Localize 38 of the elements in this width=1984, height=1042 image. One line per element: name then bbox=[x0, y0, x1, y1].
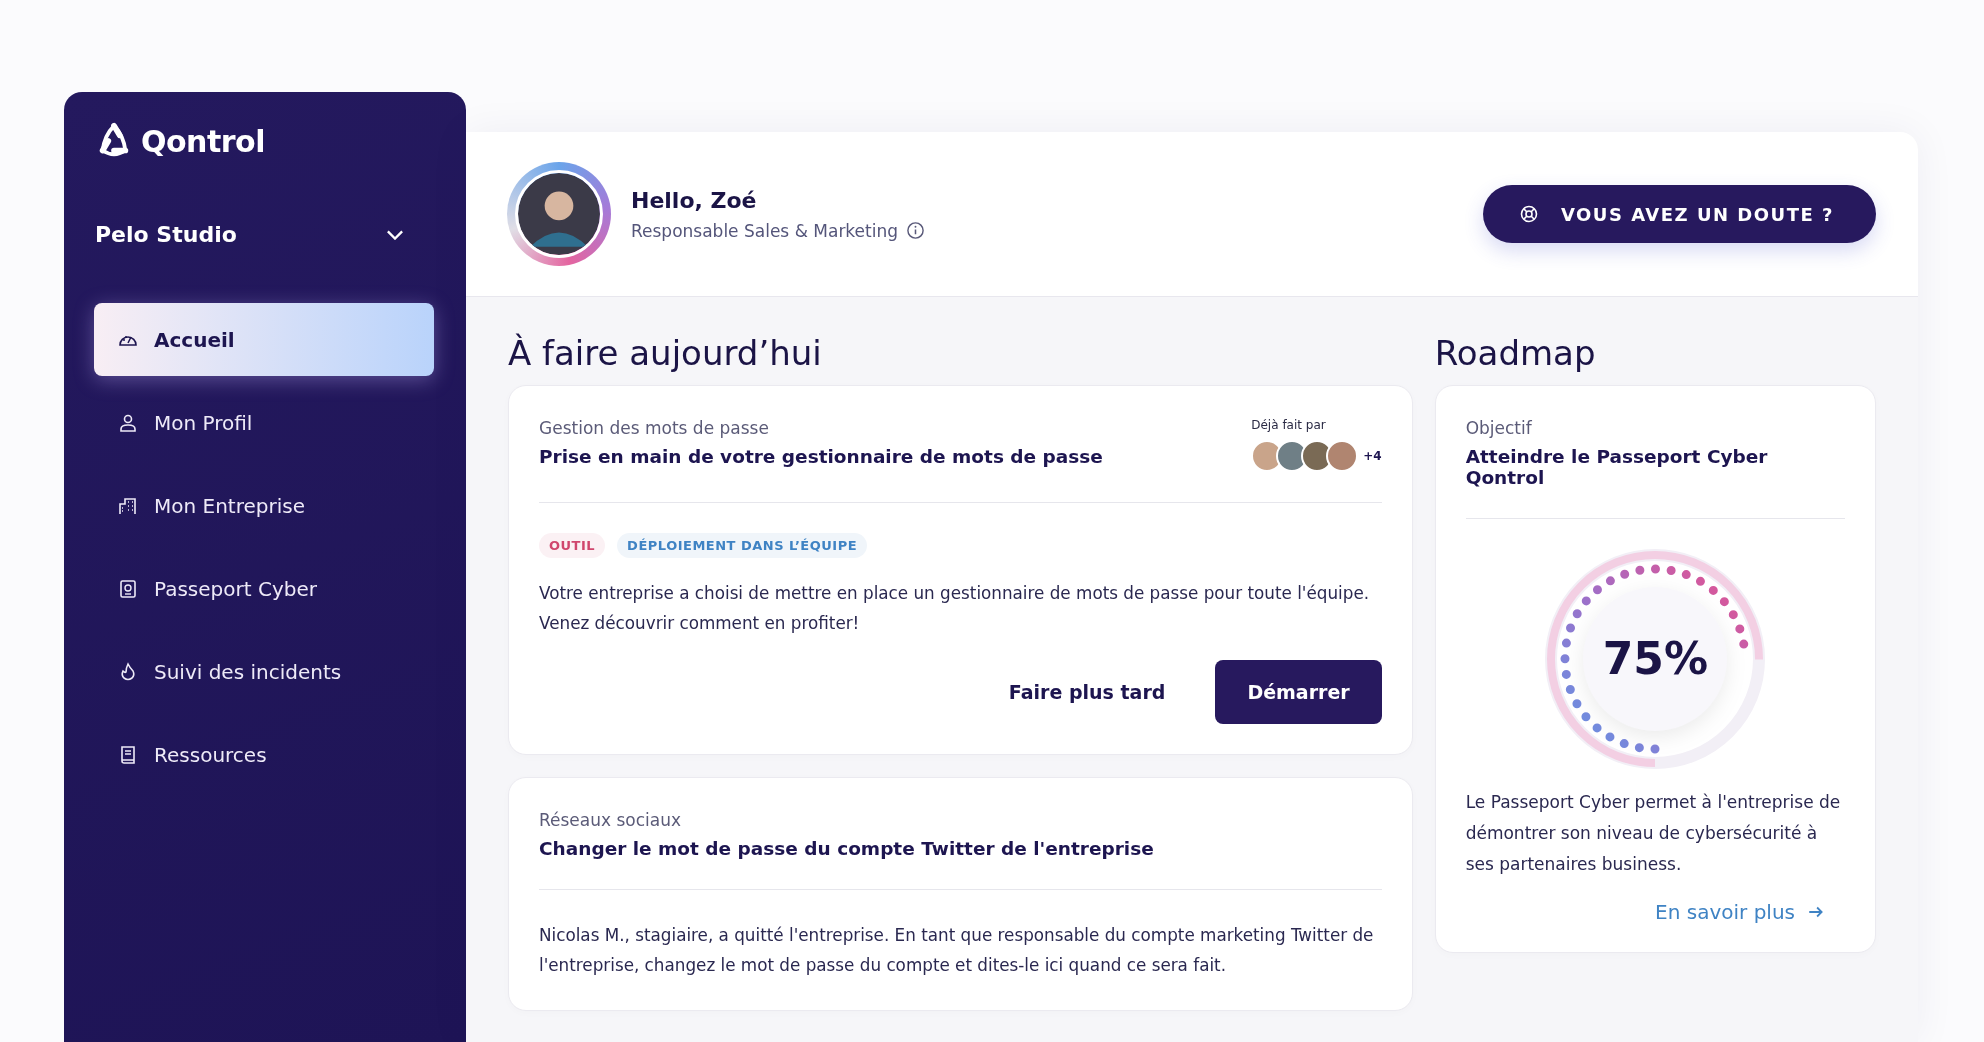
lifebuoy-icon bbox=[1518, 204, 1539, 224]
organization-dropdown[interactable]: Pelo Studio bbox=[94, 222, 436, 247]
nav-item[interactable]: Passeport Cyber bbox=[94, 552, 434, 625]
nav-item[interactable]: Mon Profil bbox=[94, 386, 434, 459]
nav-item[interactable]: Ressources bbox=[94, 718, 434, 791]
done-by-label: Déjà fait par bbox=[1251, 418, 1327, 432]
task-description: Nicolas M., stagiaire, a quitté l'entreprise. En tant que responsable du compte marketing Twitter de l'entreprise, changez le mot de passe du compte et dites-le ici quand ce sera fait. bbox=[539, 924, 1375, 977]
later-button[interactable]: Faire plus tard bbox=[1002, 660, 1172, 724]
task-title: Changer le mot de passe du compte Twitter de l'entreprise bbox=[539, 838, 1154, 859]
goal-title: Atteindre le Passeport Cyber Qontrol bbox=[1465, 446, 1769, 488]
tag: DÉPLOIEMENT DANS L’ÉQUIPE bbox=[617, 533, 868, 558]
info-icon bbox=[906, 221, 926, 240]
goal-description: Le Passeport Cyber permet à l'entreprise de démontrer son niveau de cybersécurité à ses partenaires business. bbox=[1465, 791, 1842, 876]
nav-item[interactable]: Accueil bbox=[94, 303, 434, 376]
person-icon bbox=[118, 412, 138, 433]
learn-more-link[interactable]: En savoir plus bbox=[1655, 900, 1825, 924]
user-role: Responsable Sales & Marketing bbox=[631, 220, 899, 241]
goal-label: Objectif bbox=[1465, 418, 1533, 438]
task-category: Gestion des mots de passe bbox=[539, 418, 770, 438]
nav-item[interactable]: Mon Entreprise bbox=[94, 469, 434, 542]
brand-name: Qontrol bbox=[141, 123, 265, 159]
start-button[interactable]: Démarrer bbox=[1215, 660, 1382, 724]
flame-icon bbox=[118, 661, 138, 682]
task-category: Réseaux sociaux bbox=[539, 810, 683, 830]
greeting: Hello, Zoé bbox=[631, 187, 758, 213]
book-icon bbox=[118, 744, 138, 765]
nav-item[interactable]: Suivi des incidents bbox=[94, 635, 434, 708]
section-title: À faire aujourd’hui bbox=[508, 333, 823, 373]
building-icon bbox=[118, 495, 138, 516]
more-count: +4 bbox=[1363, 449, 1382, 463]
task-description: Votre entreprise a choisi de mettre en place un gestionnaire de mots de passe pour toute l'équipe. Venez découvrir comment en profiter! bbox=[539, 582, 1371, 635]
section-title: Roadmap bbox=[1434, 333, 1597, 373]
tag: OUTIL bbox=[539, 533, 606, 558]
passport-icon bbox=[118, 578, 138, 599]
chevron-down-icon bbox=[386, 229, 404, 240]
progress-reading: 75% bbox=[1601, 633, 1709, 684]
help-button[interactable]: VOUS AVEZ UN DOUTE ? bbox=[1482, 185, 1876, 243]
task-title: Prise en main de votre gestionnaire de mots de passe bbox=[539, 446, 1103, 467]
